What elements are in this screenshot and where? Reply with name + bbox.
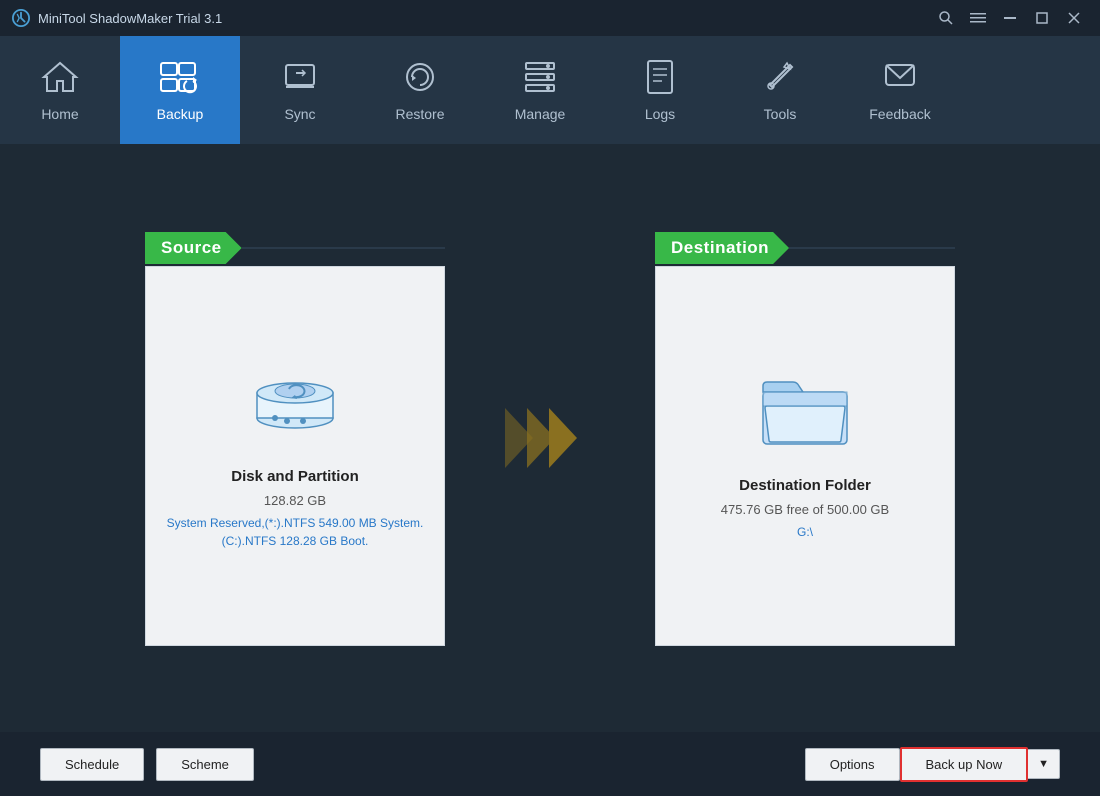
source-header-label: Source <box>145 232 242 264</box>
nav-sync[interactable]: Sync <box>240 36 360 144</box>
minimize-button[interactable] <box>996 4 1024 32</box>
nav-restore-label: Restore <box>395 106 444 122</box>
close-button[interactable] <box>1060 4 1088 32</box>
destination-free: 475.76 GB free of 500.00 GB <box>721 502 889 517</box>
nav-backup[interactable]: Backup <box>120 36 240 144</box>
source-size: 128.82 GB <box>264 493 326 508</box>
maximize-button[interactable] <box>1028 4 1056 32</box>
destination-header-label: Destination <box>655 232 789 264</box>
nav-logs-label: Logs <box>645 106 675 122</box>
feedback-icon <box>882 59 918 100</box>
disk-icon <box>245 363 345 448</box>
scheme-button[interactable]: Scheme <box>156 748 254 781</box>
nav-home[interactable]: Home <box>0 36 120 144</box>
title-bar: MiniTool ShadowMaker Trial 3.1 <box>0 0 1100 36</box>
nav-backup-label: Backup <box>157 106 204 122</box>
manage-icon <box>522 59 558 100</box>
schedule-button[interactable]: Schedule <box>40 748 144 781</box>
nav-home-label: Home <box>41 106 78 122</box>
nav-tools-label: Tools <box>764 106 797 122</box>
main-content: Source <box>0 144 1100 732</box>
nav-bar: Home Backup Sync <box>0 36 1100 144</box>
source-title: Disk and Partition <box>231 468 359 485</box>
nav-manage-label: Manage <box>515 106 566 122</box>
bottom-left-buttons: Schedule Scheme <box>40 748 254 781</box>
backup-now-button[interactable]: Back up Now <box>900 747 1029 782</box>
source-card[interactable]: Source <box>145 230 445 646</box>
source-card-body[interactable]: Disk and Partition 128.82 GB System Rese… <box>145 266 445 646</box>
nav-feedback-label: Feedback <box>869 106 930 122</box>
folder-icon <box>755 372 855 457</box>
destination-path: G:\ <box>797 523 813 541</box>
destination-card-body[interactable]: Destination Folder 475.76 GB free of 500… <box>655 266 955 646</box>
destination-title: Destination Folder <box>739 477 871 494</box>
source-detail: System Reserved,(*:).NTFS 549.00 MB Syst… <box>166 514 424 550</box>
source-header: Source <box>145 230 445 266</box>
direction-arrows <box>505 408 595 468</box>
nav-logs[interactable]: Logs <box>600 36 720 144</box>
menu-button[interactable] <box>964 4 992 32</box>
app-icon <box>12 9 30 27</box>
options-button[interactable]: Options <box>805 748 900 781</box>
search-button[interactable] <box>932 4 960 32</box>
bottom-bar: Schedule Scheme Options Back up Now ▼ <box>0 732 1100 796</box>
home-icon <box>41 59 79 100</box>
app-title: MiniTool ShadowMaker Trial 3.1 <box>38 11 222 26</box>
tools-icon <box>762 59 798 100</box>
backup-dropdown-button[interactable]: ▼ <box>1028 749 1060 779</box>
bottom-right-buttons: Options Back up Now ▼ <box>805 747 1060 782</box>
nav-restore[interactable]: Restore <box>360 36 480 144</box>
logs-icon <box>642 59 678 100</box>
destination-header: Destination <box>655 230 955 266</box>
nav-feedback[interactable]: Feedback <box>840 36 960 144</box>
restore-icon <box>402 59 438 100</box>
nav-tools[interactable]: Tools <box>720 36 840 144</box>
nav-manage[interactable]: Manage <box>480 36 600 144</box>
backup-icon <box>159 59 201 100</box>
destination-card[interactable]: Destination Destination Folder 475.76 GB… <box>655 230 955 646</box>
nav-sync-label: Sync <box>284 106 315 122</box>
sync-icon <box>282 59 318 100</box>
